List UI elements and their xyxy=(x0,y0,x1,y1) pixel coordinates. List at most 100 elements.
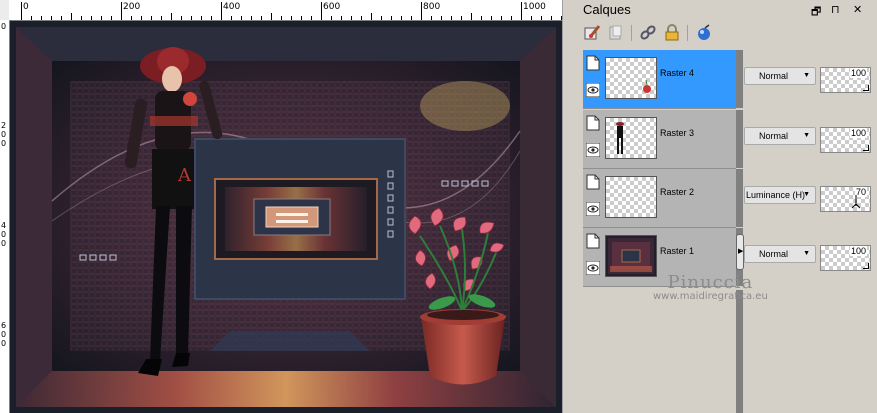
ruler-tick xyxy=(251,16,252,20)
ruler-tick xyxy=(281,16,282,20)
layers-toolbar xyxy=(581,22,877,46)
panel-splitter[interactable] xyxy=(736,169,743,227)
ruler-tick xyxy=(361,16,362,20)
ruler-tick xyxy=(151,16,152,20)
ruler-tick xyxy=(431,16,432,20)
opacity-field[interactable]: 100 xyxy=(820,67,871,93)
new-layer-button[interactable] xyxy=(581,22,603,44)
visibility-eye-icon[interactable] xyxy=(586,83,600,97)
layer-name: Raster 1 xyxy=(660,246,695,256)
duplicate-layer-button[interactable] xyxy=(605,22,627,44)
ruler-tick xyxy=(261,16,262,20)
ruler-tick xyxy=(441,16,442,20)
watermark-url: www.maidiregrafica.eu xyxy=(653,291,768,302)
ruler-label: 200 xyxy=(123,2,141,12)
ruler-tick xyxy=(81,16,82,20)
ruler-tick xyxy=(551,16,552,20)
restore-icon[interactable]: 🗗 xyxy=(811,3,821,22)
ruler-label: 2 0 0 xyxy=(1,121,7,148)
ruler-tick xyxy=(191,16,192,20)
layer-document-icon[interactable] xyxy=(586,115,600,131)
ruler-tick xyxy=(301,16,302,20)
layers-panel[interactable]: Calques 🗗 ⊓ ✕ Raster 4 Normal ▼ 100 Rast… xyxy=(562,0,877,413)
resize-corner-icon xyxy=(863,263,869,269)
ruler-tick xyxy=(391,16,392,20)
layer-row-raster-3[interactable]: Raster 3 Normal ▼ 100 xyxy=(583,110,877,169)
opacity-value: 100 xyxy=(849,68,867,78)
ruler-tick xyxy=(481,16,482,20)
ruler-label: 4 0 0 xyxy=(1,221,7,248)
link-icon xyxy=(640,25,656,40)
opacity-field[interactable]: 100 xyxy=(820,127,871,153)
dropdown-arrow-icon: ▼ xyxy=(803,72,810,79)
blend-mode-dropdown[interactable]: Luminance (H) ▼ xyxy=(744,186,816,204)
ruler-tick xyxy=(161,16,162,20)
ruler-tick xyxy=(121,2,122,20)
ruler-tick xyxy=(21,2,22,20)
ruler-tick xyxy=(271,13,272,20)
ruler-label: 600 xyxy=(323,2,341,12)
vertical-ruler: 0 2 0 0 4 0 0 6 0 0 xyxy=(0,20,10,413)
lock-layer-button[interactable] xyxy=(661,22,683,44)
visibility-eye-icon[interactable] xyxy=(586,202,600,216)
layer-document-icon[interactable] xyxy=(586,55,600,71)
svg-text:A: A xyxy=(177,165,192,186)
layer-row-body[interactable]: Raster 2 xyxy=(583,169,736,228)
layer-row-raster-4[interactable]: Raster 4 Normal ▼ 100 xyxy=(583,50,877,109)
ruler-tick xyxy=(311,16,312,20)
blend-mode-value: Luminance (H) xyxy=(746,190,806,200)
layer-row-body[interactable]: Raster 3 xyxy=(583,110,736,169)
layer-document-icon[interactable] xyxy=(586,174,600,190)
layers-list: Raster 4 Normal ▼ 100 Raster 3 Normal ▼ 10… xyxy=(583,50,877,290)
opacity-field[interactable]: 100 xyxy=(820,245,871,271)
panel-splitter[interactable] xyxy=(736,50,743,108)
ruler-tick xyxy=(471,13,472,20)
layer-name: Raster 4 xyxy=(660,68,695,78)
ruler-tick xyxy=(541,16,542,20)
visibility-eye-icon[interactable] xyxy=(586,261,600,275)
ruler-tick xyxy=(71,13,72,20)
ruler-label: 0 xyxy=(1,22,7,31)
ruler-tick xyxy=(351,16,352,20)
layer-document-icon[interactable] xyxy=(586,233,600,249)
horizontal-ruler: 0 200 400 600 800 1000 xyxy=(9,0,562,21)
paint-brush-icon xyxy=(584,25,601,40)
ruler-tick xyxy=(101,16,102,20)
ruler-tick xyxy=(171,13,172,20)
ruler-tick xyxy=(461,16,462,20)
panel-splitter[interactable] xyxy=(736,110,743,168)
opacity-field[interactable]: 70 xyxy=(820,186,871,212)
ruler-tick xyxy=(331,16,332,20)
layer-row-raster-2[interactable]: Raster 2 Luminance (H) ▼ 70 xyxy=(583,169,877,228)
link-layers-button[interactable] xyxy=(637,22,659,44)
watermark-name: Pinuccia xyxy=(667,272,754,293)
layer-effects-button[interactable] xyxy=(693,22,715,44)
visibility-eye-icon[interactable] xyxy=(586,143,600,157)
pin-icon[interactable]: ⊓ xyxy=(831,3,840,16)
ruler-tick xyxy=(231,16,232,20)
blend-mode-dropdown[interactable]: Normal ▼ xyxy=(744,127,816,145)
ruler-tick xyxy=(511,16,512,20)
layer-row-body[interactable]: Raster 4 xyxy=(583,50,736,109)
ruler-tick xyxy=(241,16,242,20)
ruler-tick xyxy=(181,16,182,20)
close-icon[interactable]: ✕ xyxy=(853,3,862,16)
panel-splitter[interactable] xyxy=(736,290,743,413)
panel-header: Calques 🗗 ⊓ ✕ xyxy=(563,0,877,20)
artwork-canvas[interactable]: A xyxy=(10,21,562,413)
splitter-handle[interactable]: ▶ xyxy=(736,234,744,270)
ruler-label: 0 xyxy=(23,2,29,12)
ruler-tick xyxy=(141,16,142,20)
toolbar-separator xyxy=(631,25,632,41)
ruler-tick xyxy=(201,16,202,20)
blend-mode-dropdown[interactable]: Normal ▼ xyxy=(744,245,816,263)
opacity-value: 100 xyxy=(849,246,867,256)
lock-icon xyxy=(665,24,679,41)
ruler-label: 6 0 0 xyxy=(1,321,7,348)
sphere-icon xyxy=(698,24,710,40)
blend-mode-dropdown[interactable]: Normal ▼ xyxy=(744,67,816,85)
watermark: Pinuccia www.maidiregrafica.eu xyxy=(653,272,768,302)
canvas-area[interactable]: 0 200 400 600 800 1000 0 2 0 0 4 0 0 6 0… xyxy=(0,0,562,413)
ruler-tick xyxy=(371,13,372,20)
ruler-tick xyxy=(111,16,112,20)
